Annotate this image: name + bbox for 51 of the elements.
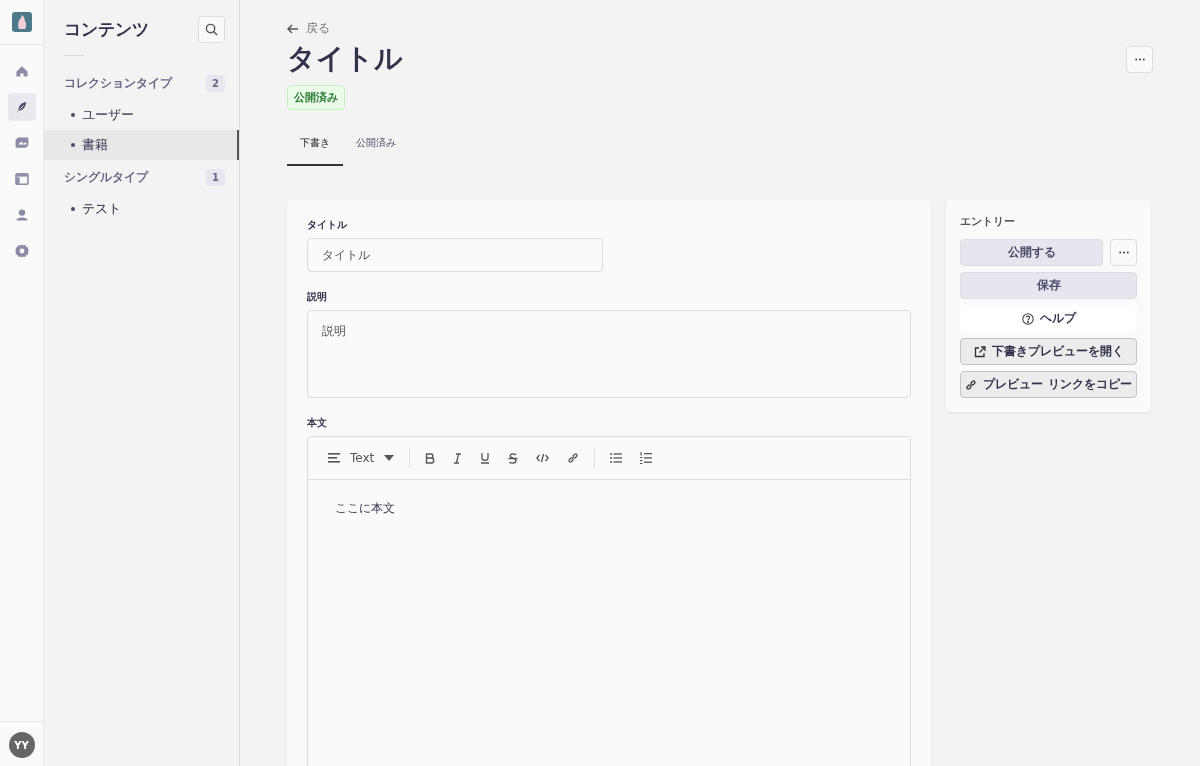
- back-link[interactable]: 戻る: [287, 20, 330, 37]
- strikethrough-icon[interactable]: [508, 452, 519, 464]
- section-heading: シングルタイプ: [64, 168, 148, 186]
- count-badge: 1: [206, 168, 225, 186]
- copy-link-button[interactable]: プレビュー リンクをコピー: [960, 371, 1137, 398]
- bullet-icon: [71, 207, 75, 211]
- search-button[interactable]: [198, 16, 225, 43]
- page-title: タイトル: [287, 41, 403, 77]
- underline-icon[interactable]: [480, 452, 491, 464]
- bold-icon[interactable]: [425, 452, 436, 464]
- count-badge: 2: [206, 74, 225, 92]
- field-label: 本文: [307, 416, 328, 430]
- rich-text-editor[interactable]: Text ここに本文: [307, 436, 911, 766]
- field-label: タイトル: [307, 218, 348, 232]
- help-icon: [1021, 312, 1034, 325]
- bullet-icon: [71, 143, 75, 147]
- app-logo-icon: [11, 12, 32, 32]
- status-badge: 公開済み: [287, 85, 345, 110]
- textarea-field[interactable]: 説明: [307, 310, 911, 398]
- publish-button[interactable]: 公開する: [960, 239, 1103, 266]
- sidebar-item[interactable]: テスト: [44, 194, 239, 224]
- bulleted-list-icon[interactable]: [610, 453, 623, 463]
- text-field[interactable]: タイトル: [307, 238, 603, 272]
- ellipsis-icon: [1118, 251, 1129, 254]
- bullet-icon: [71, 113, 75, 117]
- caret-icon: [384, 455, 395, 461]
- external-link-icon: [973, 345, 986, 358]
- section-heading: コレクションタイプ: [64, 74, 172, 92]
- sidebar-item[interactable]: ユーザー: [44, 100, 239, 130]
- panel-title: エントリー: [960, 214, 1016, 229]
- block-type-dropdown[interactable]: Text: [328, 451, 395, 465]
- code-icon[interactable]: [536, 453, 550, 463]
- search-icon: [205, 23, 218, 36]
- content-nav-icon[interactable]: [7, 93, 36, 121]
- user-avatar[interactable]: YY: [8, 732, 35, 758]
- tab[interactable]: 下書き: [287, 128, 343, 166]
- tab[interactable]: 公開済み: [343, 128, 409, 166]
- save-button[interactable]: 保存: [960, 272, 1137, 299]
- ellipsis-icon: [1134, 57, 1145, 61]
- field-label: 説明: [307, 290, 328, 304]
- link-icon[interactable]: [567, 452, 580, 464]
- numbered-list-icon[interactable]: [640, 452, 653, 464]
- editor-text: ここに本文: [335, 500, 395, 517]
- paragraph-icon: [328, 453, 340, 463]
- sidebar-item[interactable]: 書籍: [44, 130, 239, 160]
- link-icon: [965, 378, 978, 391]
- back-arrow-icon: [287, 23, 299, 34]
- preview-button[interactable]: 下書きプレビューを開く: [960, 338, 1137, 365]
- italic-icon[interactable]: [453, 452, 463, 464]
- help-button[interactable]: ヘルプ: [960, 305, 1137, 332]
- sidebar-title: コンテンツ: [64, 18, 149, 41]
